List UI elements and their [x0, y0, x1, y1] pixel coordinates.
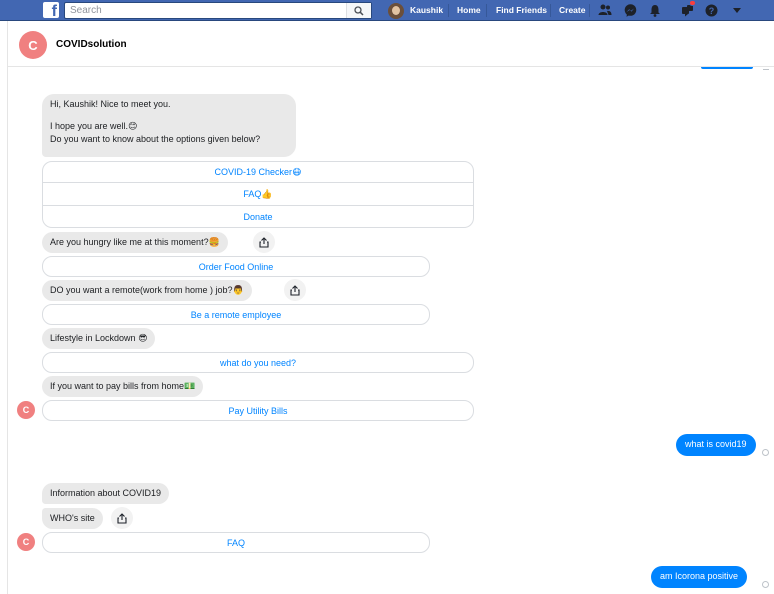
message-bubble-hungry: Are you hungry like me at this moment?🍔 — [42, 232, 228, 253]
notification-badge — [689, 0, 696, 6]
seen-indicator — [763, 67, 769, 70]
message-bubble-remote-job: DO you want a remote(work from home ) jo… — [42, 280, 252, 301]
bot-avatar[interactable]: C — [17, 533, 35, 551]
nav-divider — [448, 4, 449, 17]
message-text: Hi, Kaushik! Nice to meet you. — [50, 99, 171, 109]
previous-message-edge — [701, 67, 753, 69]
mask-emoji-icon: 😷 — [292, 166, 302, 177]
friend-requests-icon[interactable] — [597, 2, 613, 18]
notifications-bell-icon[interactable] — [647, 2, 663, 18]
profile-link[interactable] — [388, 1, 404, 20]
top-navigation-bar: f Kaushik Home Find Friends Create ? — [0, 0, 774, 21]
pay-utility-bills-button[interactable]: Pay Utility Bills — [42, 400, 474, 421]
share-icon — [259, 236, 269, 248]
message-thread[interactable]: Hi, Kaushik! Nice to meet you. I hope yo… — [7, 67, 774, 594]
search-button[interactable] — [346, 3, 371, 18]
message-bubble-greeting: Hi, Kaushik! Nice to meet you. I hope yo… — [42, 94, 296, 157]
profile-avatar — [388, 2, 404, 19]
message-bubble-who-site: WHO's site — [42, 508, 103, 529]
thumbs-up-emoji-icon: 👍 — [261, 188, 273, 199]
covid-checker-button[interactable]: COVID-19 Checker 😷 — [42, 161, 474, 183]
what-do-you-need-button[interactable]: what do you need? — [42, 352, 474, 373]
smile-emoji-icon: 😊 — [128, 121, 138, 131]
money-emoji-icon: 💵 — [184, 381, 196, 391]
page-avatar[interactable]: C — [19, 31, 47, 59]
find-friends-link[interactable]: Find Friends — [496, 5, 547, 15]
sunglasses-emoji-icon: 😎 — [138, 333, 148, 343]
help-question-icon[interactable]: ? — [703, 2, 719, 18]
message-text: Do you want to know about the options gi… — [50, 134, 261, 144]
message-text: I hope you are well.😊 — [50, 121, 138, 131]
user-message-bubble: what is covid19 — [676, 434, 756, 456]
chat-header: C COVIDsolution — [7, 21, 774, 67]
message-bubble-info-covid: Information about COVID19 — [42, 483, 170, 504]
share-button[interactable] — [253, 231, 275, 253]
messenger-icon[interactable] — [622, 2, 638, 18]
create-link[interactable]: Create — [559, 5, 585, 15]
home-link[interactable]: Home — [457, 5, 481, 15]
bot-avatar[interactable]: C — [17, 401, 35, 419]
search-box — [64, 2, 372, 19]
faq-button[interactable]: FAQ 👍 — [42, 183, 474, 206]
donate-button[interactable]: Donate — [42, 206, 474, 228]
page-title[interactable]: COVIDsolution — [56, 39, 127, 50]
message-bubble-bills: If you want to pay bills from home💵 — [42, 376, 204, 397]
order-food-online-button[interactable]: Order Food Online — [42, 256, 430, 277]
sent-status-icon — [762, 449, 769, 456]
share-button[interactable] — [111, 507, 133, 529]
nav-divider — [589, 4, 590, 17]
user-message-bubble: am Icorona positive — [651, 566, 748, 588]
search-icon — [354, 5, 364, 16]
search-input[interactable] — [65, 3, 345, 18]
burger-emoji-icon: 🍔 — [208, 237, 220, 247]
profile-name-link[interactable]: Kaushik — [410, 5, 443, 15]
message-bubble-lifestyle: Lifestyle in Lockdown 😎 — [42, 328, 156, 349]
facebook-logo-icon[interactable]: f — [43, 2, 59, 18]
share-button[interactable] — [284, 279, 306, 301]
faq-button[interactable]: FAQ — [42, 532, 430, 553]
sent-status-icon — [762, 581, 769, 588]
be-remote-employee-button[interactable]: Be a remote employee — [42, 304, 430, 325]
account-menu-chevron-down-icon[interactable] — [729, 2, 745, 18]
nav-divider — [486, 4, 487, 17]
svg-text:?: ? — [708, 6, 714, 16]
nav-divider — [550, 4, 551, 17]
share-icon — [290, 284, 300, 296]
worker-emoji-icon: 👨 — [232, 285, 244, 295]
share-icon — [117, 512, 127, 524]
